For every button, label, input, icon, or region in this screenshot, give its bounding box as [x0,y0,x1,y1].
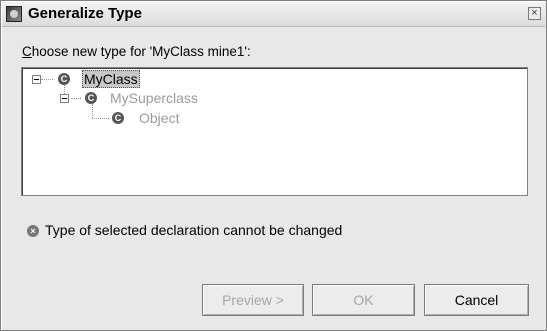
dialog-title: Generalize Type [28,5,142,22]
close-button[interactable]: × [528,7,541,20]
preview-button[interactable]: Preview > [202,284,304,316]
choose-type-label: Choose new type for 'MyClass mine1': [22,44,251,59]
title-bar[interactable]: Generalize Type × [2,2,545,27]
tree-connector [41,79,53,80]
type-tree[interactable]: C MyClass C MySuperclass C Object [21,67,528,196]
eclipse-app-icon [6,6,22,22]
tree-node-label[interactable]: MySuperclass [110,90,198,106]
class-icon: C [85,92,97,104]
tree-connector [71,98,81,99]
tree-node-label[interactable]: Object [139,110,179,126]
ok-button[interactable]: OK [312,284,415,316]
collapse-toggle-icon[interactable] [60,94,69,103]
error-icon: × [27,225,39,237]
tree-connector [92,104,93,118]
generalize-type-dialog: Generalize Type × Choose new type for 'M… [0,0,547,331]
prompt-mnemonic: C [22,44,32,59]
tree-connector [92,118,109,119]
class-icon: C [112,112,124,124]
cancel-button[interactable]: Cancel [424,284,529,316]
prompt-text: hoose new type for 'MyClass mine1': [31,44,251,59]
collapse-toggle-icon[interactable] [32,75,41,84]
status-message: Type of selected declaration cannot be c… [45,222,343,238]
class-icon: C [58,73,70,85]
tree-node-label[interactable]: MyClass [82,70,140,88]
